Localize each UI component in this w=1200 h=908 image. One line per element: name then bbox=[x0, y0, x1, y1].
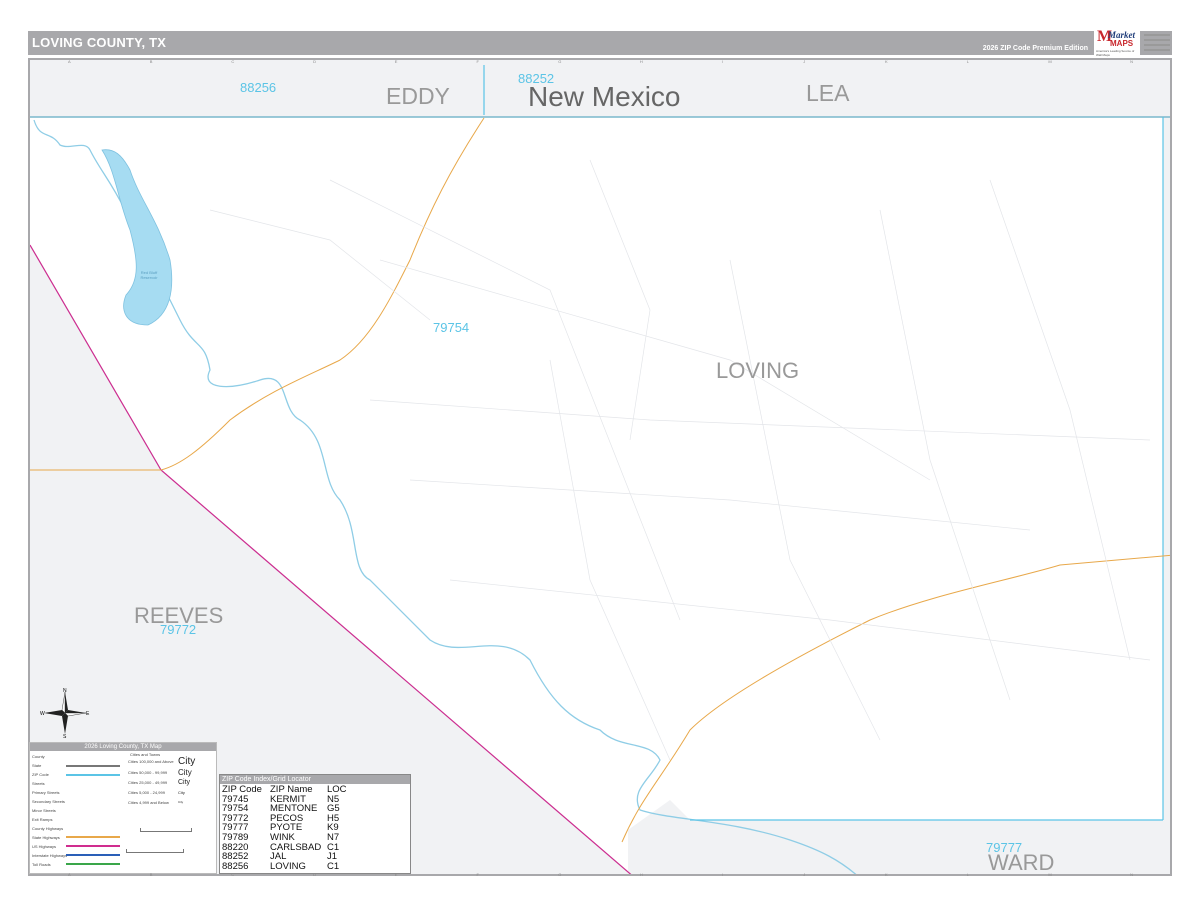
grid-letter: E bbox=[394, 872, 398, 877]
contact-info bbox=[1142, 31, 1172, 55]
grid-letter: D bbox=[313, 59, 316, 64]
scale-bar-mi bbox=[126, 849, 184, 853]
legend-state-line bbox=[66, 765, 120, 767]
grid-letter: L bbox=[966, 59, 969, 64]
grid-letter: H bbox=[639, 59, 643, 64]
legend-state-hwy-line bbox=[66, 836, 120, 838]
legend-row: US Highways bbox=[32, 844, 57, 849]
grid-letter: J bbox=[803, 59, 806, 64]
map-title: LOVING COUNTY, TX bbox=[32, 35, 167, 50]
map-legend: 2026 Loving County, TX Map County State … bbox=[29, 742, 217, 874]
legend-city-row: Cities 100,000 and Above City bbox=[128, 756, 196, 767]
brand-tagline: America's Leading Source of Wall Maps bbox=[1096, 49, 1135, 57]
legend-row: State bbox=[32, 763, 42, 768]
reservoir-label: Red Bluff Reservoir bbox=[140, 270, 158, 280]
zip-index-title: ZIP Code Index/Grid Locator bbox=[220, 775, 410, 784]
county-label-ward: WARD bbox=[988, 850, 1055, 875]
legend-city-row: Cities 4,999 and Below City bbox=[128, 800, 184, 805]
zip-index-body: ZIP Code ZIP Name LOC 79745 KERMIT N5 79754 M… bbox=[222, 785, 367, 871]
grid-letter: G bbox=[558, 872, 562, 877]
grid-letter: B bbox=[149, 872, 153, 877]
zip-index-table: ZIP Code Index/Grid Locator ZIP Code ZIP … bbox=[219, 774, 411, 874]
brand-maps: MAPS bbox=[1110, 39, 1134, 48]
legend-row: Secondary Streets bbox=[32, 799, 65, 804]
compass-rose-icon: N S W E bbox=[40, 688, 90, 738]
legend-title: 2026 Loving County, TX Map bbox=[30, 743, 216, 751]
legend-row: State Highways bbox=[32, 835, 60, 840]
zip-label-79754: 79754 bbox=[433, 320, 470, 335]
legend-city-header: Cities and Towns bbox=[130, 752, 161, 757]
grid-letter: F bbox=[476, 59, 479, 64]
grid-letter: I bbox=[721, 872, 723, 877]
edition-label: 2026 ZIP Code Premium Edition bbox=[982, 45, 1088, 52]
grid-letter: L bbox=[966, 872, 969, 877]
compass-n: N bbox=[63, 688, 67, 694]
grid-letter: M bbox=[1048, 59, 1052, 64]
legend-city-row: Cities 25,000 - 49,999 City bbox=[128, 779, 191, 786]
legend-row: ZIP Code bbox=[32, 772, 49, 777]
legend-city-row: Cities 50,000 - 99,999 City bbox=[128, 768, 192, 777]
scale-bar-km bbox=[140, 828, 192, 832]
legend-row: County bbox=[32, 754, 45, 759]
legend-us-hwy-line bbox=[66, 845, 120, 847]
grid-letter: N bbox=[1130, 59, 1133, 64]
grid-letter: F bbox=[476, 872, 479, 877]
legend-zip-line bbox=[66, 774, 120, 776]
ward-county-area bbox=[628, 800, 1170, 874]
legend-row: County Highways bbox=[32, 826, 64, 831]
grid-letter: B bbox=[149, 59, 153, 64]
compass-w: W bbox=[40, 711, 45, 717]
grid-letter: C bbox=[231, 59, 235, 64]
grid-letter: I bbox=[721, 59, 723, 64]
grid-letter: G bbox=[558, 59, 562, 64]
state-label: New Mexico bbox=[528, 81, 681, 112]
grid-letter: E bbox=[394, 59, 398, 64]
grid-letter: K bbox=[885, 59, 888, 64]
compass-s: S bbox=[63, 734, 67, 738]
grid-letter: N bbox=[1130, 872, 1133, 877]
grid-letter: D bbox=[313, 872, 316, 877]
map-title-bar: LOVING COUNTY, TX 2026 ZIP Code Premium … bbox=[28, 31, 1172, 55]
winkler-strip bbox=[1163, 117, 1170, 820]
state-highway bbox=[621, 554, 1170, 843]
legend-row: Minor Streets bbox=[32, 808, 56, 813]
reservoir bbox=[101, 149, 173, 326]
brand-logo: M Market MAPS America's Leading Source o… bbox=[1094, 28, 1140, 58]
zip-label-79772: 79772 bbox=[160, 622, 197, 637]
grid-letter: J bbox=[803, 872, 806, 877]
compass-e: E bbox=[86, 711, 90, 717]
legend-interstate-line bbox=[66, 854, 120, 856]
legend-row: Streets bbox=[32, 781, 45, 786]
zip-label-88256: 88256 bbox=[240, 80, 277, 95]
county-label-loving: LOVING bbox=[716, 358, 800, 383]
county-label-eddy: EDDY bbox=[386, 83, 450, 109]
legend-row: Exit Ramps bbox=[32, 817, 53, 822]
legend-city-row: Cities 5,000 - 24,999 City bbox=[128, 790, 185, 795]
grid-letter: K bbox=[885, 872, 888, 877]
county-label-lea: LEA bbox=[806, 80, 850, 106]
legend-row: Primary Streets bbox=[32, 790, 60, 795]
legend-toll-line bbox=[66, 863, 120, 865]
legend-row: Interstate Highways bbox=[32, 853, 68, 858]
legend-row: Toll Roads bbox=[32, 862, 51, 867]
grid-letter: C bbox=[231, 872, 235, 877]
grid-letter: M bbox=[1048, 872, 1052, 877]
grid-letter: A bbox=[68, 872, 71, 877]
grid-letter: H bbox=[639, 872, 643, 877]
grid-letter: A bbox=[68, 59, 71, 64]
zip-index-row: 88256 LOVING C1 bbox=[222, 860, 340, 872]
